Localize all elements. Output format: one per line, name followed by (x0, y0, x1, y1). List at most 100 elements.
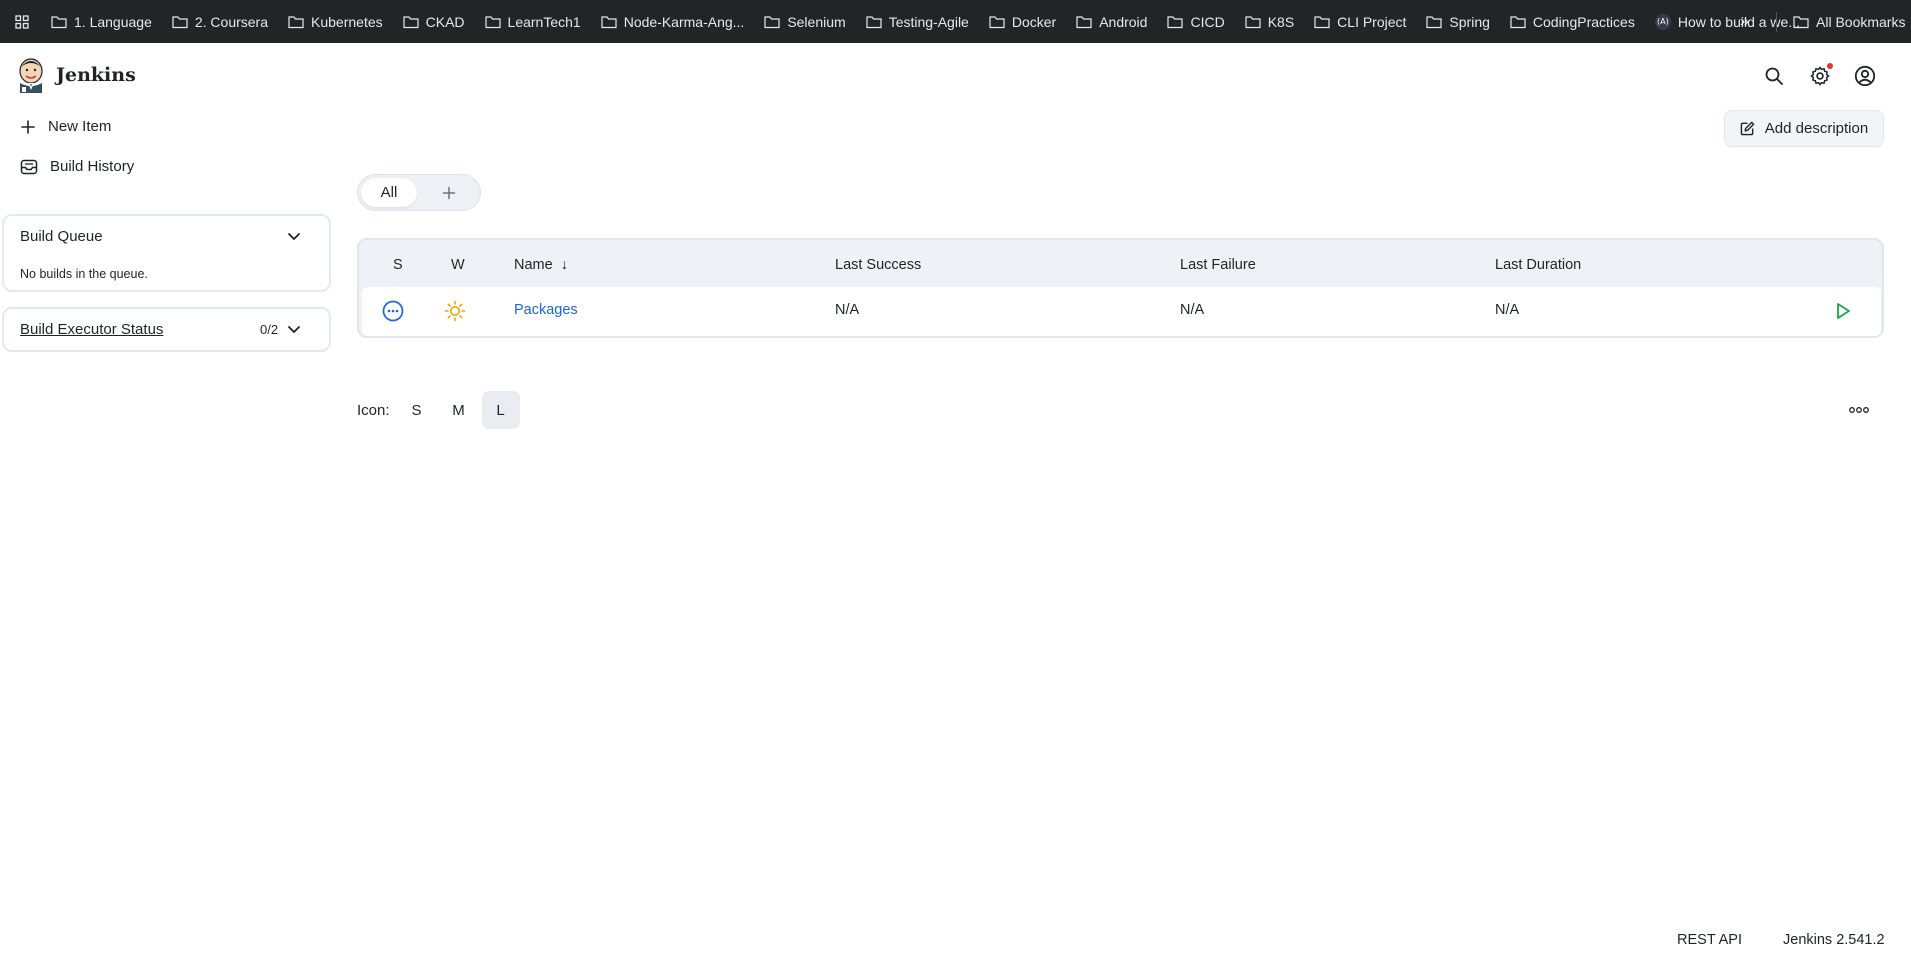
add-description-label: Add description (1764, 120, 1869, 137)
bookmark-folder[interactable]: Docker (978, 0, 1065, 43)
bookmark-folder[interactable]: Android (1065, 0, 1156, 43)
chevron-down-icon (288, 233, 300, 240)
jenkins-home-link[interactable]: Jenkins (16, 57, 136, 93)
apps-grid-icon[interactable] (4, 0, 40, 43)
folder-icon (1076, 15, 1092, 28)
more-options-button[interactable] (1846, 400, 1872, 420)
bookmark-label: Selenium (787, 13, 846, 30)
job-weather (444, 300, 466, 327)
job-status (382, 300, 404, 327)
chevron-down-icon (288, 326, 300, 333)
bookmark-folder[interactable]: Node-Karma-Ang... (590, 0, 754, 43)
jenkins-logo-icon (19, 58, 43, 93)
folder-icon (866, 15, 882, 28)
folder-icon (1426, 15, 1443, 28)
bookmarks-bar: 1. Language 2. Coursera Kubernetes CKAD Lear… (0, 0, 1911, 43)
folder-icon (172, 15, 188, 28)
column-header-last-success[interactable]: Last Success (835, 257, 921, 273)
column-header-last-duration[interactable]: Last Duration (1495, 257, 1581, 273)
site-favicon-icon: (A) (1654, 13, 1671, 30)
bookmark-label: 2. Coursera (194, 13, 269, 30)
sunny-icon (444, 300, 466, 322)
table-row: Packages N/A N/A N/A (362, 287, 1881, 336)
folder-icon (764, 15, 780, 28)
plus-icon (21, 119, 35, 134)
icon-size-medium-button[interactable]: M (440, 391, 478, 429)
all-bookmarks-button[interactable]: All Bookmarks (1782, 0, 1911, 43)
build-executor-collapse-button[interactable] (286, 321, 302, 342)
search-button[interactable] (1761, 63, 1787, 89)
search-icon (1765, 67, 1783, 85)
job-name-link[interactable]: Packages (514, 302, 578, 318)
build-executor-link[interactable]: Build Executor Status (20, 321, 163, 338)
icon-size-small-button[interactable]: S (398, 391, 436, 429)
folder-icon (288, 15, 304, 28)
page-header: Jenkins (0, 43, 1911, 107)
bookmark-folder[interactable]: CKAD (392, 0, 474, 43)
folder-icon (601, 15, 617, 28)
bookmark-label: LearnTech1 (507, 13, 581, 30)
bookmark-label: Kubernetes (311, 13, 383, 30)
bookmark-folder[interactable]: CLI Project (1303, 0, 1415, 43)
build-queue-collapse-button[interactable] (286, 228, 302, 249)
bookmark-label: K8S (1267, 13, 1295, 30)
bookmark-folder[interactable]: CICD (1156, 0, 1233, 43)
more-dots-icon (1849, 407, 1869, 413)
view-tabs: All (357, 174, 481, 211)
folder-icon (989, 15, 1005, 28)
folder-icon (51, 15, 67, 28)
build-queue-panel: Build Queue No builds in the queue. (2, 214, 331, 292)
bookmark-folder[interactable]: Testing-Agile (855, 0, 978, 43)
build-queue-title: Build Queue (20, 228, 103, 245)
task-label: New Item (48, 118, 112, 135)
bookmark-label: Spring (1449, 13, 1490, 30)
column-header-name[interactable]: Name ↓ (514, 257, 568, 273)
icon-size-large-button[interactable]: L (481, 391, 520, 429)
history-icon (20, 159, 38, 174)
bookmark-folder[interactable]: 1. Language (40, 0, 161, 43)
tab-all[interactable]: All (361, 178, 417, 207)
bookmark-label: Docker (1011, 13, 1057, 30)
bookmark-folder[interactable]: CodingPractices (1499, 0, 1644, 43)
bookmark-folder[interactable]: K8S (1234, 0, 1303, 43)
column-header-last-failure[interactable]: Last Failure (1180, 257, 1256, 273)
notification-dot (1827, 63, 1833, 69)
icon-size-label: Icon: (357, 401, 390, 419)
folder-icon (1245, 15, 1261, 28)
bookmark-folder[interactable]: 2. Coursera (161, 0, 277, 43)
plus-icon (442, 186, 456, 199)
user-circle-icon (1854, 65, 1876, 87)
schedule-build-button[interactable] (1833, 301, 1853, 326)
job-last-duration: N/A (1495, 302, 1520, 318)
build-queue-empty-text: No builds in the queue. (20, 267, 148, 281)
user-account-button[interactable] (1852, 63, 1878, 89)
play-icon (1837, 303, 1850, 319)
build-history-link[interactable]: Build History (20, 158, 134, 175)
jobs-table: S W Name ↓ Last Success Last Failure Las… (357, 238, 1884, 338)
folder-icon (1167, 15, 1184, 28)
folder-icon (1510, 15, 1526, 28)
bookmark-folder[interactable]: Kubernetes (277, 0, 392, 43)
column-header-status[interactable]: S (393, 257, 403, 273)
bookmark-label: All Bookmarks (1816, 13, 1906, 30)
jenkins-version-link[interactable]: Jenkins 2.541.2 (1783, 932, 1885, 948)
bookmark-label: Testing-Agile (888, 13, 969, 30)
add-description-button[interactable]: Add description (1724, 110, 1884, 147)
bookmark-folder[interactable]: Spring (1415, 0, 1498, 43)
bookmark-label: CLI Project (1337, 13, 1407, 30)
manage-jenkins-button[interactable] (1807, 63, 1833, 89)
folder-icon (1314, 15, 1330, 28)
bookmarks-overflow-button[interactable]: » (1740, 0, 1749, 43)
add-view-button[interactable] (434, 178, 464, 207)
bookmark-folder[interactable]: LearnTech1 (474, 0, 590, 43)
column-header-weather[interactable]: W (451, 257, 465, 273)
executor-count: 0/2 (260, 322, 279, 337)
bookmarks-divider (1776, 12, 1777, 32)
bookmark-folder[interactable]: Selenium (753, 0, 854, 43)
rest-api-link[interactable]: REST API (1677, 932, 1742, 948)
icon-size-selector: Icon: S M L (357, 391, 520, 429)
bookmark-label: 1. Language (74, 13, 152, 30)
column-header-name-label: Name (514, 257, 553, 273)
sort-arrow-icon: ↓ (560, 257, 568, 273)
new-item-link[interactable]: New Item (20, 118, 111, 135)
